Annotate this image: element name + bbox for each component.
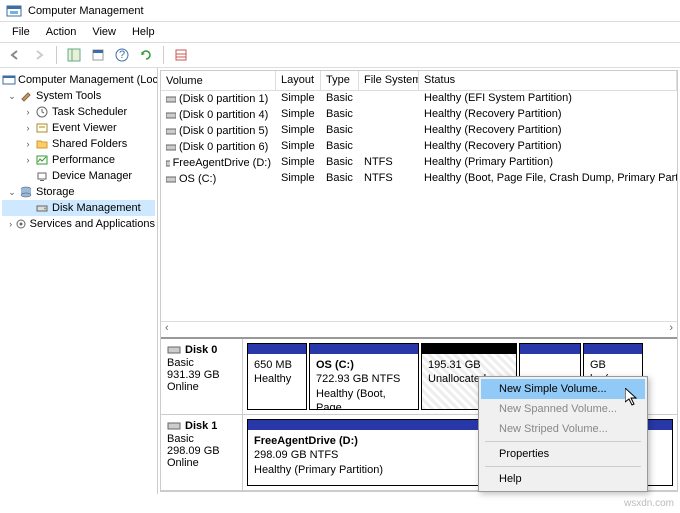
storage-icon (18, 185, 34, 199)
menu-bar: File Action View Help (0, 22, 680, 42)
disk0-partition-os[interactable]: OS (C:) 722.93 GB NTFS Healthy (Boot, Pa… (309, 343, 419, 410)
settings-button[interactable] (170, 44, 192, 66)
menu-help[interactable]: Help (124, 24, 163, 40)
context-menu: New Simple Volume... New Spanned Volume.… (478, 376, 648, 492)
tree-storage[interactable]: ⌄ Storage (2, 184, 155, 200)
nav-tree: Computer Management (Local ⌄ System Tool… (0, 68, 158, 494)
svg-text:?: ? (119, 49, 125, 61)
disk0-partition-1[interactable]: 650 MB Healthy (247, 343, 307, 410)
menu-action[interactable]: Action (38, 24, 85, 40)
computer-icon (2, 73, 16, 87)
forward-button[interactable] (28, 44, 50, 66)
menu-help[interactable]: Help (481, 469, 645, 489)
tree-performance[interactable]: › Performance (2, 152, 155, 168)
col-layout[interactable]: Layout (276, 71, 321, 90)
volume-row[interactable]: (Disk 0 partition 5)SimpleBasicHealthy (… (161, 123, 677, 139)
volume-row[interactable]: (Disk 0 partition 6)SimpleBasicHealthy (… (161, 139, 677, 155)
volume-icon (166, 158, 170, 168)
col-type[interactable]: Type (321, 71, 359, 90)
services-icon (15, 217, 27, 231)
volume-row[interactable]: (Disk 0 partition 4)SimpleBasicHealthy (… (161, 107, 677, 123)
toolbar-separator (56, 46, 57, 64)
folder-icon (34, 137, 50, 151)
volume-icon (166, 94, 176, 104)
menu-file[interactable]: File (4, 24, 38, 40)
performance-icon (34, 153, 50, 167)
menu-view[interactable]: View (84, 24, 124, 40)
horizontal-scrollbar[interactable]: ‹› (161, 321, 677, 337)
clock-icon (34, 105, 50, 119)
disk0-info[interactable]: Disk 0 Basic 931.39 GB Online (161, 339, 243, 414)
col-filesystem[interactable]: File System (359, 71, 419, 90)
collapse-icon[interactable]: ⌄ (6, 187, 18, 198)
menu-separator (485, 441, 641, 442)
disk-icon (34, 201, 50, 215)
volume-icon (166, 174, 176, 184)
volume-icon (166, 142, 176, 152)
volume-icon (166, 126, 176, 136)
disk1-info[interactable]: Disk 1 Basic 298.09 GB Online (161, 415, 243, 490)
tree-root[interactable]: Computer Management (Local (2, 72, 155, 88)
tree-shared-folders[interactable]: › Shared Folders (2, 136, 155, 152)
menu-separator (485, 466, 641, 467)
volume-list-empty-area (161, 187, 677, 321)
window-title: Computer Management (28, 5, 144, 17)
volume-list: (Disk 0 partition 1)SimpleBasicHealthy (… (161, 91, 677, 187)
wrench-icon (18, 89, 34, 103)
expand-icon[interactable]: › (22, 123, 34, 133)
col-volume[interactable]: Volume (161, 71, 276, 90)
device-icon (34, 169, 50, 183)
expand-icon[interactable]: › (22, 155, 34, 165)
show-hide-tree-button[interactable] (63, 44, 85, 66)
title-bar: Computer Management (0, 0, 680, 22)
menu-new-simple-volume[interactable]: New Simple Volume... (481, 379, 645, 399)
collapse-icon[interactable]: ⌄ (6, 91, 18, 102)
tree-disk-management[interactable]: Disk Management (2, 200, 155, 216)
help-button[interactable]: ? (111, 44, 133, 66)
menu-new-spanned-volume: New Spanned Volume... (481, 399, 645, 419)
toolbar: ? (0, 42, 680, 68)
expand-icon[interactable]: › (22, 107, 34, 117)
tree-event-viewer[interactable]: › Event Viewer (2, 120, 155, 136)
volume-row[interactable]: FreeAgentDrive (D:)SimpleBasicNTFSHealth… (161, 155, 677, 171)
disk-icon (167, 343, 181, 357)
disk-icon (167, 419, 181, 433)
col-status[interactable]: Status (419, 71, 677, 90)
tree-device-manager[interactable]: Device Manager (2, 168, 155, 184)
app-icon (6, 3, 22, 19)
tree-services-applications[interactable]: › Services and Applications (2, 216, 155, 232)
tree-system-tools[interactable]: ⌄ System Tools (2, 88, 155, 104)
tree-task-scheduler[interactable]: › Task Scheduler (2, 104, 155, 120)
toolbar-separator (163, 46, 164, 64)
menu-new-striped-volume: New Striped Volume... (481, 419, 645, 439)
menu-properties[interactable]: Properties (481, 444, 645, 464)
volume-list-header: Volume Layout Type File System Status (161, 71, 677, 91)
volume-row[interactable]: (Disk 0 partition 1)SimpleBasicHealthy (… (161, 91, 677, 107)
refresh-button[interactable] (135, 44, 157, 66)
back-button[interactable] (4, 44, 26, 66)
expand-icon[interactable]: › (6, 219, 15, 229)
event-icon (34, 121, 50, 135)
properties-button[interactable] (87, 44, 109, 66)
volume-row[interactable]: OS (C:)SimpleBasicNTFSHealthy (Boot, Pag… (161, 171, 677, 187)
expand-icon[interactable]: › (22, 139, 34, 149)
volume-icon (166, 110, 176, 120)
watermark: wsxdn.com (624, 498, 674, 509)
